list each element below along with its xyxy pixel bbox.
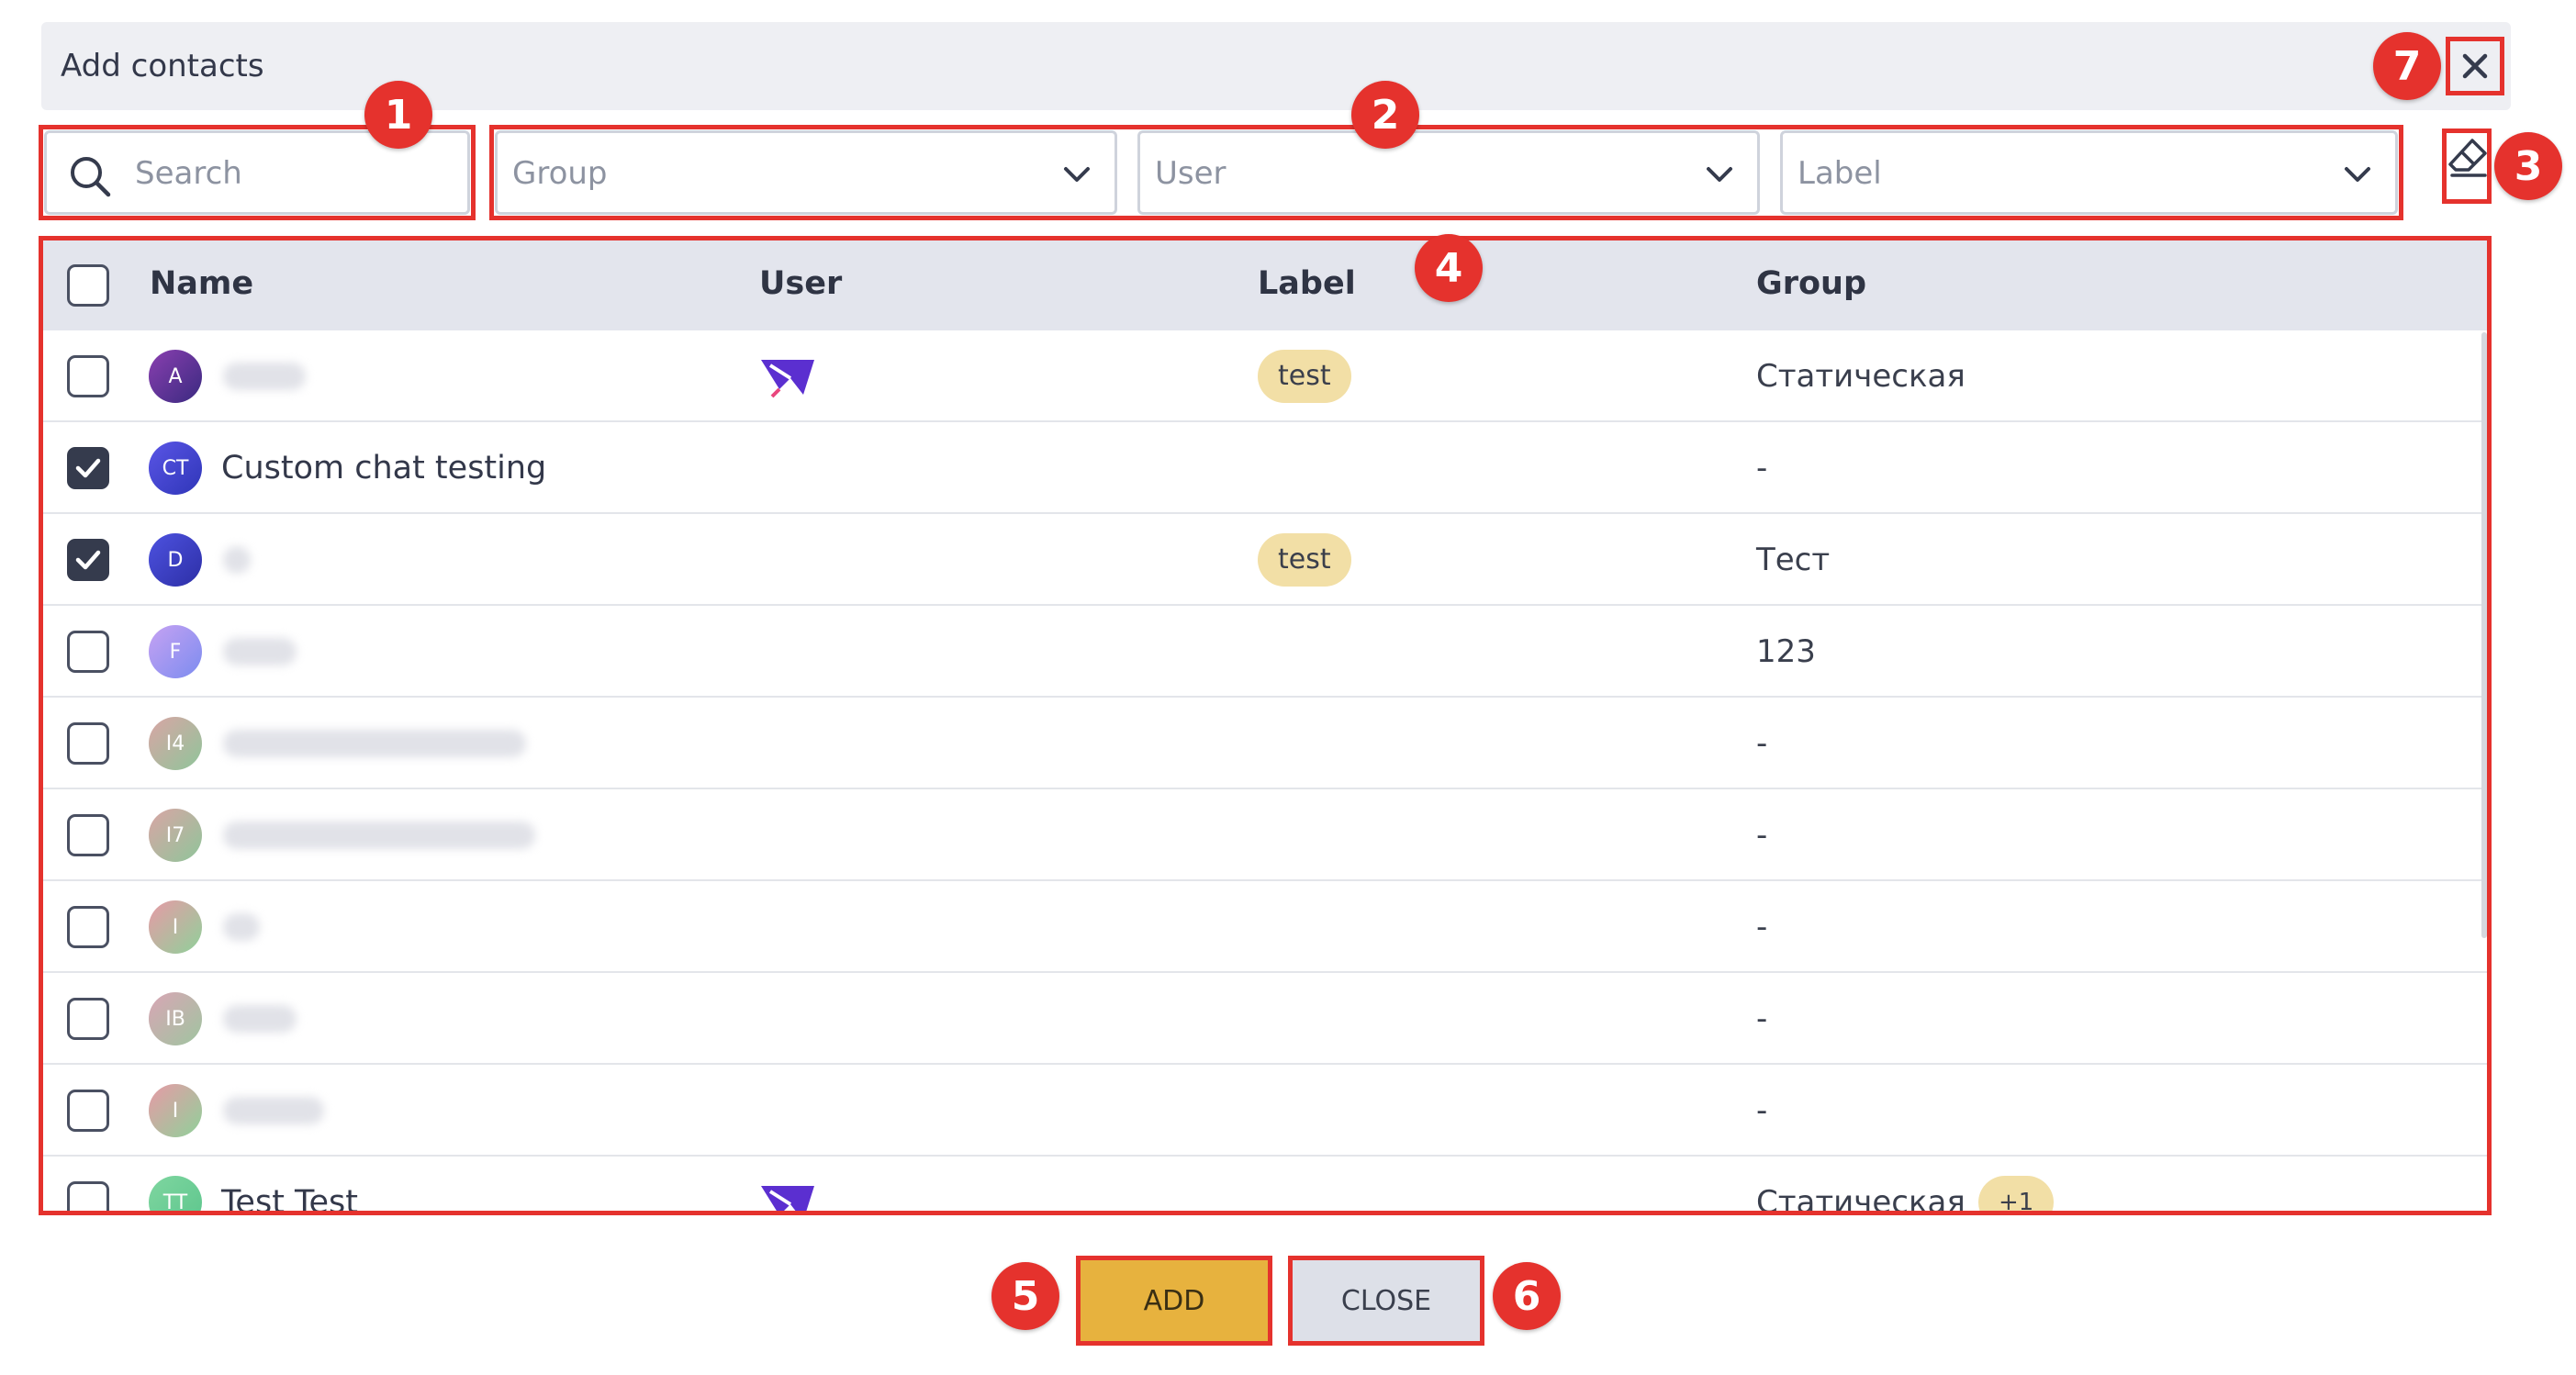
chevron-down-icon <box>1707 167 1732 182</box>
callout-marker: 5 <box>991 1262 1059 1330</box>
table-scrollbar[interactable] <box>2481 332 2487 938</box>
checkmark-icon <box>75 458 101 478</box>
redacted-name <box>223 1097 324 1124</box>
avatar: D <box>149 533 202 587</box>
table-row[interactable]: Atest Статическая <box>43 330 2487 422</box>
more-groups-badge[interactable]: +1 <box>1978 1176 2055 1211</box>
callout-marker: 4 <box>1415 234 1483 302</box>
callout-marker: 7 <box>2373 32 2441 100</box>
group-cell: - <box>1756 725 1768 762</box>
row-checkbox[interactable] <box>67 814 109 856</box>
chevron-down-icon <box>2345 167 2370 182</box>
callout-marker: 2 <box>1351 81 1419 149</box>
row-checkbox[interactable] <box>67 631 109 673</box>
row-checkbox[interactable] <box>67 355 109 397</box>
redacted-name <box>223 546 251 574</box>
group-cell: - <box>1756 1001 1768 1037</box>
table-row[interactable]: I7 - <box>43 789 2487 881</box>
dialog-title: Add contacts <box>61 48 264 84</box>
messenger-brand-icon <box>759 1180 816 1211</box>
row-checkbox[interactable] <box>67 906 109 948</box>
group-cell: - <box>1756 1092 1768 1129</box>
avatar: CT <box>149 442 202 495</box>
table-row[interactable]: Dtest Тест <box>43 514 2487 606</box>
contacts-table: Name User Label Group Atest Статическая CT… <box>39 236 2492 1215</box>
group-cell: Статическая <box>1756 1184 1966 1215</box>
eraser-icon <box>2448 139 2487 177</box>
row-checkbox[interactable] <box>67 998 109 1040</box>
avatar: I <box>149 900 202 954</box>
label-select[interactable]: Label <box>1780 130 2398 215</box>
column-header-user: User <box>759 265 843 302</box>
row-checkbox[interactable] <box>67 447 109 489</box>
column-header-group: Group <box>1756 265 1867 302</box>
callout-marker: 1 <box>364 81 432 149</box>
table-row[interactable]: CT Custom chat testing - <box>43 422 2487 514</box>
redacted-name <box>223 1005 297 1033</box>
group-cell: Статическая <box>1756 358 1966 395</box>
row-checkbox[interactable] <box>67 1181 109 1211</box>
contact-name: Custom chat testing <box>221 450 547 486</box>
redacted-name <box>223 913 260 941</box>
table-row[interactable]: IB - <box>43 973 2487 1065</box>
chevron-down-icon <box>1064 167 1090 182</box>
callout-marker: 6 <box>1493 1262 1561 1330</box>
label-badge: test <box>1258 350 1351 403</box>
group-select-placeholder: Group <box>512 155 608 192</box>
redacted-name <box>223 822 535 849</box>
avatar: I <box>149 1084 202 1137</box>
column-header-label: Label <box>1258 265 1356 302</box>
group-cell: - <box>1756 909 1768 945</box>
table-row[interactable]: I- <box>43 1065 2487 1157</box>
table-row[interactable]: TT Test Test Статическая +1 <box>43 1157 2487 1215</box>
table-header: Name User Label Group <box>43 240 2487 330</box>
callout-marker: 3 <box>2494 132 2562 200</box>
close-icon <box>2462 53 2488 79</box>
row-checkbox[interactable] <box>67 539 109 581</box>
group-select[interactable]: Group <box>495 130 1117 215</box>
group-cell: - <box>1756 450 1768 486</box>
table-row[interactable]: I4 - <box>43 698 2487 789</box>
redacted-name <box>223 730 526 757</box>
add-button[interactable]: ADD <box>1076 1256 1272 1346</box>
contact-name: Test Test <box>221 1184 358 1215</box>
group-cell: Тест <box>1756 542 1831 578</box>
redacted-name <box>223 363 306 390</box>
close-button[interactable]: CLOSE <box>1288 1256 1484 1346</box>
group-cell: 123 <box>1756 633 1816 670</box>
checkmark-icon <box>75 550 101 570</box>
user-select-placeholder: User <box>1155 155 1226 192</box>
row-checkbox[interactable] <box>67 1090 109 1132</box>
avatar: A <box>149 350 202 403</box>
select-all-checkbox[interactable] <box>67 264 109 307</box>
column-header-name: Name <box>150 265 254 302</box>
avatar: I4 <box>149 717 202 770</box>
avatar: I7 <box>149 809 202 862</box>
clear-filters-button[interactable] <box>2442 129 2492 204</box>
avatar: IB <box>149 992 202 1045</box>
avatar: TT <box>149 1176 202 1211</box>
group-cell: - <box>1756 817 1768 854</box>
avatar: F <box>149 625 202 678</box>
search-placeholder: Search <box>135 155 242 192</box>
label-select-placeholder: Label <box>1798 155 1882 192</box>
label-badge: test <box>1258 533 1351 587</box>
redacted-name <box>223 638 297 665</box>
table-row[interactable]: I- <box>43 881 2487 973</box>
search-icon <box>71 157 111 197</box>
close-dialog-button[interactable] <box>2446 37 2504 95</box>
row-checkbox[interactable] <box>67 722 109 765</box>
table-row[interactable]: F 123 <box>43 606 2487 698</box>
user-select[interactable]: User <box>1137 130 1760 215</box>
messenger-brand-icon <box>759 354 816 402</box>
